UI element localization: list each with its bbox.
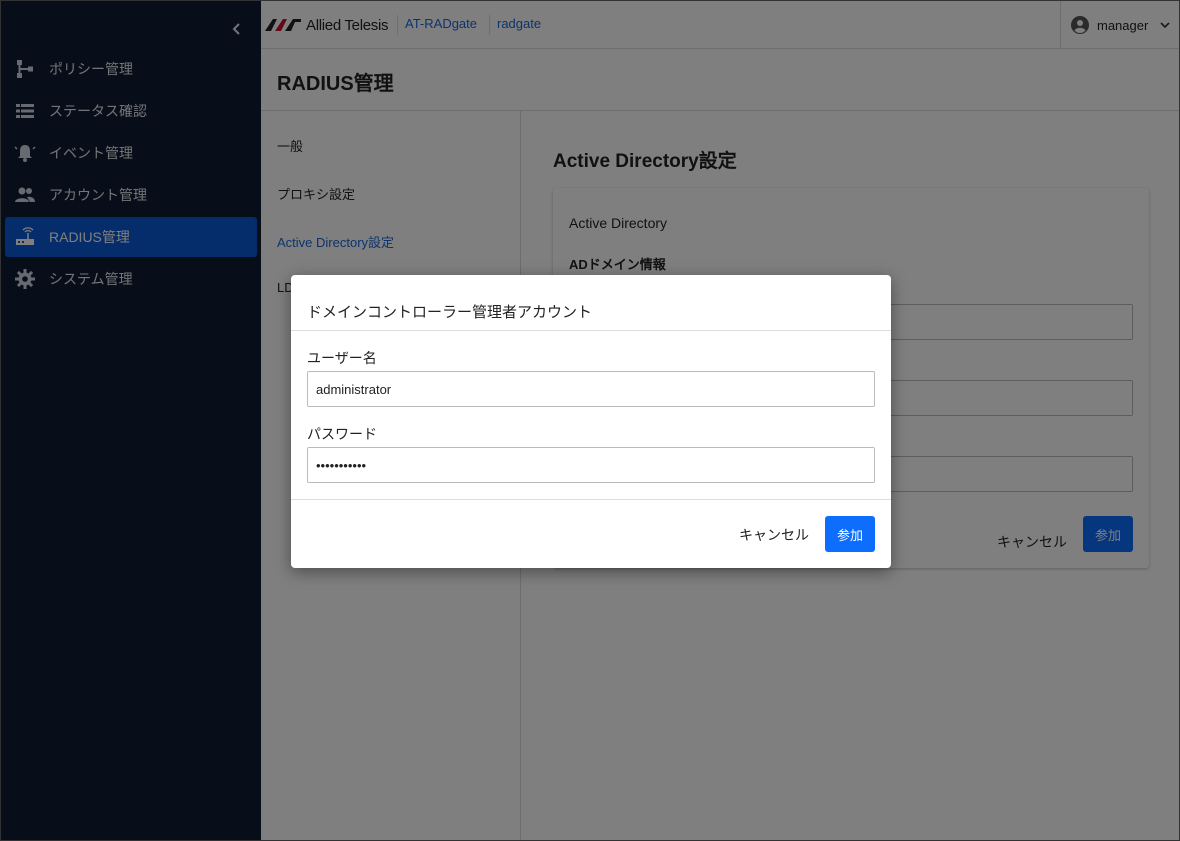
dialog-header: ドメインコントローラー管理者アカウント	[291, 275, 891, 331]
username-input[interactable]	[307, 371, 875, 407]
dialog-join-button[interactable]: 参加	[825, 516, 875, 552]
password-label: パスワード	[307, 426, 377, 442]
username-label: ユーザー名	[307, 350, 377, 366]
dialog-footer-divider	[291, 499, 891, 500]
dialog-cancel-button[interactable]: キャンセル	[739, 525, 809, 545]
password-input[interactable]	[307, 447, 875, 483]
dialog-title: ドメインコントローラー管理者アカウント	[307, 304, 593, 321]
domain-admin-dialog: ドメインコントローラー管理者アカウント ユーザー名 パスワード キャンセル 参加	[291, 275, 891, 568]
app-window: ポリシー管理 ステータス確認 イベント管理 アカウント管理	[0, 0, 1180, 841]
